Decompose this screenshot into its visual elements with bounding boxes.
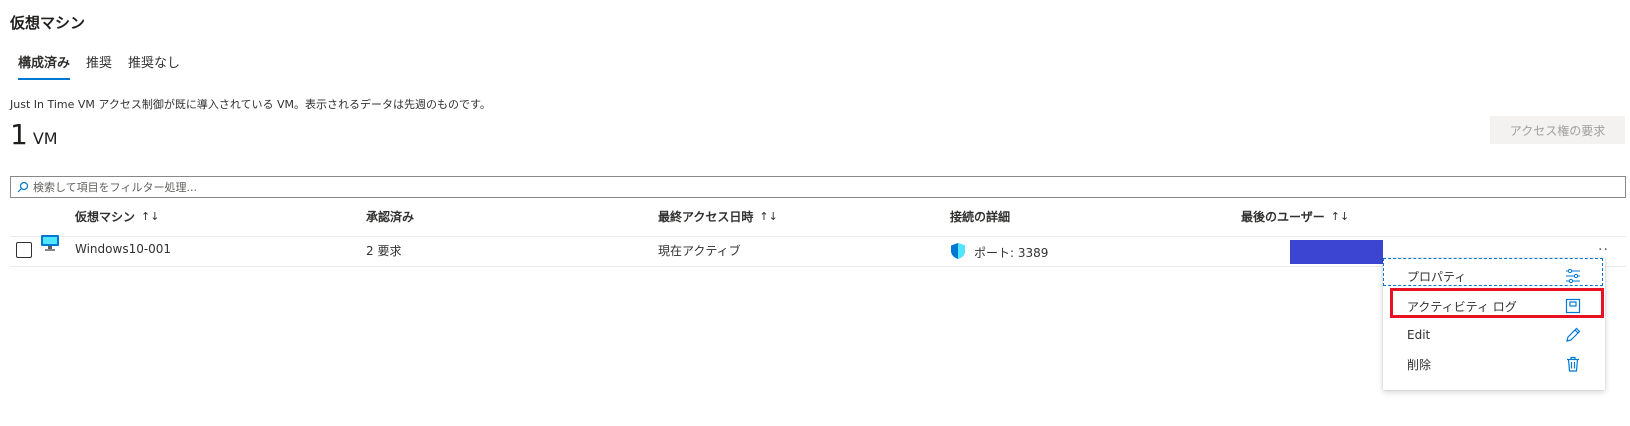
column-header-last-access[interactable]: 最終アクセス日時 ↑↓ (658, 208, 778, 225)
column-header-connection-label: 接続の詳細 (950, 210, 1011, 224)
search-box (10, 176, 1626, 198)
menu-item-label: Edit (1407, 328, 1431, 342)
description-text: Just In Time VM アクセス制御が既に導入されている VM。表示され… (10, 98, 491, 111)
column-header-approved: 承認済み (366, 208, 414, 225)
search-icon (17, 178, 29, 197)
sort-icon: ↑↓ (141, 210, 160, 223)
vm-name[interactable]: Windows10-001 (75, 242, 171, 256)
highlight-annotation (1390, 288, 1604, 318)
last-access-value: 現在アクティブ (658, 244, 741, 258)
request-access-button[interactable]: アクセス権の要求 (1490, 116, 1625, 144)
sort-icon: ↑↓ (759, 210, 778, 223)
page-title: 仮想マシン (10, 14, 86, 32)
column-header-vm[interactable]: 仮想マシン ↑↓ (75, 208, 159, 225)
trash-icon (1565, 356, 1581, 372)
approved-count: 2 要求 (366, 244, 402, 258)
row-checkbox[interactable] (16, 242, 32, 258)
port-text: ポート: 3389 (974, 246, 1049, 260)
column-header-approved-label: 承認済み (366, 210, 415, 224)
vm-count-unit: VM (32, 129, 58, 148)
tab-recommended[interactable]: 推奨 (86, 52, 112, 80)
vm-count-number: 1 (10, 118, 28, 151)
column-header-vm-label: 仮想マシン (75, 210, 136, 224)
column-header-last-user-label: 最後のユーザー (1241, 210, 1325, 224)
column-header-last-access-label: 最終アクセス日時 (658, 210, 754, 224)
menu-item-delete[interactable]: 削除 (1383, 350, 1605, 378)
menu-item-label: 削除 (1407, 357, 1432, 372)
vm-count: 1 VM (10, 118, 58, 151)
search-input[interactable] (29, 178, 1625, 196)
vm-icon (40, 234, 60, 256)
shield-icon (950, 242, 966, 263)
redacted-user (1290, 240, 1383, 264)
pencil-icon (1565, 327, 1581, 343)
more-actions-button[interactable]: ·· (1598, 242, 1609, 258)
divider (10, 236, 1626, 237)
tab-configured[interactable]: 構成済み (18, 52, 71, 80)
sort-icon: ↑↓ (1330, 210, 1350, 223)
tab-not-recommended[interactable]: 推奨なし (128, 52, 180, 80)
connection-details: ポート: 3389 (950, 242, 1048, 263)
tab-bar: 構成済み 推奨 推奨なし (18, 52, 180, 80)
column-header-connection: 接続の詳細 (950, 208, 1010, 225)
focus-outline (1383, 258, 1603, 286)
column-header-last-user[interactable]: 最後のユーザー ↑↓ (1241, 208, 1349, 225)
menu-item-edit[interactable]: Edit (1383, 321, 1605, 349)
